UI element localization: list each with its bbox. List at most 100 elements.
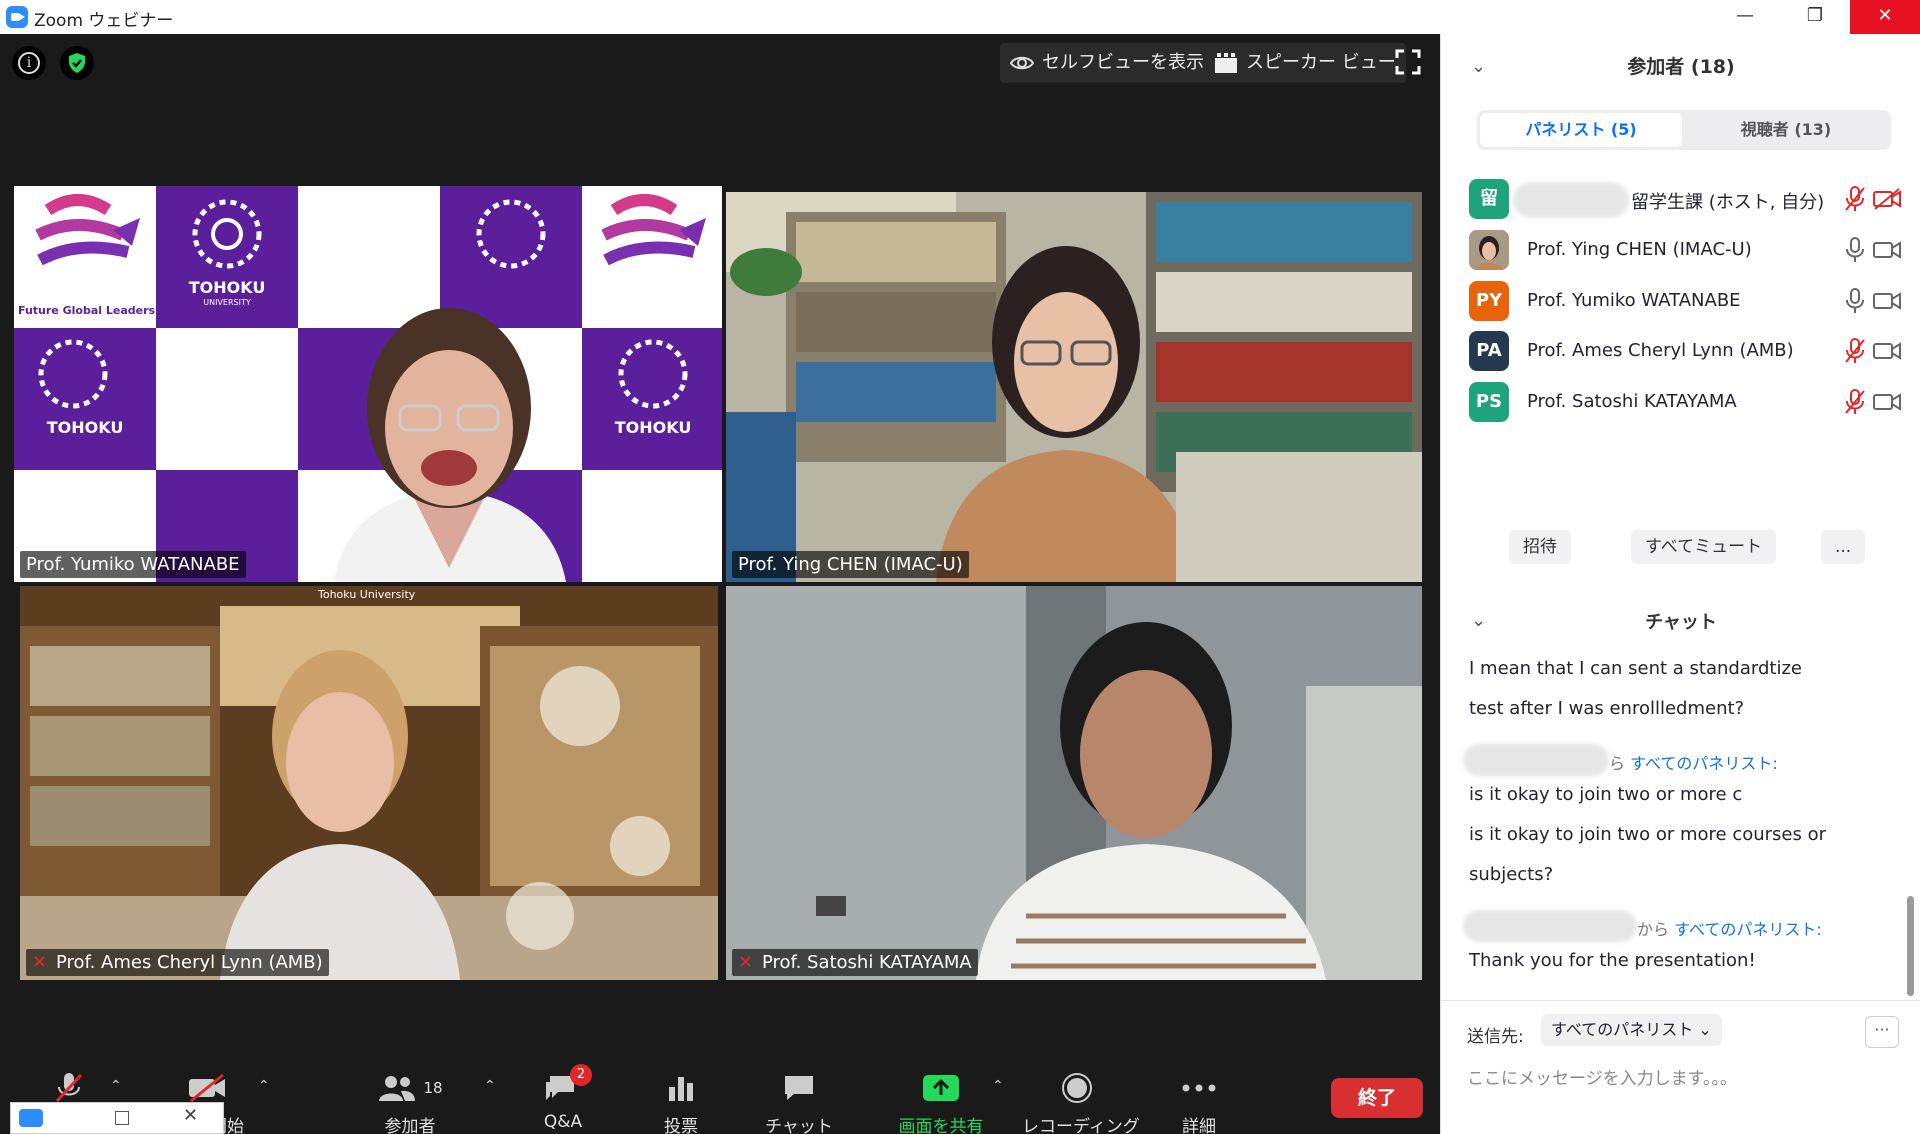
share-screen-icon bbox=[923, 1075, 959, 1101]
avatar: 留 bbox=[1469, 179, 1509, 219]
mic-muted-icon: ✕ bbox=[32, 952, 48, 973]
participants-button[interactable]: 18 参加者 bbox=[355, 1070, 465, 1134]
mic-muted-icon[interactable] bbox=[1845, 389, 1865, 415]
close-button[interactable]: ✕ bbox=[1850, 0, 1920, 34]
poll-icon bbox=[669, 1077, 693, 1101]
share-screen-label: 画面を共有 bbox=[898, 1117, 984, 1134]
tab-panelists[interactable]: パネリスト (5) bbox=[1480, 113, 1682, 147]
participants-label: 参加者 bbox=[384, 1117, 436, 1134]
maximize-icon[interactable] bbox=[115, 1111, 129, 1125]
participants-title: 参加者 (18) bbox=[1627, 56, 1735, 78]
slogan-text: Future Global Leadership bbox=[18, 304, 175, 317]
mic-muted-icon[interactable] bbox=[1845, 186, 1865, 212]
window-title: Zoom ウェビナー bbox=[34, 11, 174, 31]
chat-input[interactable] bbox=[1467, 1064, 1887, 1094]
chat-scrollbar[interactable] bbox=[1907, 896, 1914, 996]
participant-video bbox=[20, 586, 718, 980]
redacted-name bbox=[1513, 182, 1629, 218]
tohoku-logo-text: TOHOKU bbox=[46, 418, 124, 437]
video-stage: i セルフビューを表示 スピーカー ビュー Future Global Lead… bbox=[0, 34, 1440, 1134]
self-view-button[interactable]: セルフビューを表示 bbox=[1000, 43, 1214, 83]
end-meeting-button[interactable]: 終了 bbox=[1331, 1078, 1423, 1118]
microphone-icon[interactable] bbox=[1845, 288, 1865, 314]
participants-options-caret[interactable]: ⌃ bbox=[484, 1078, 496, 1094]
speaker-view-label: スピーカー ビュー bbox=[1246, 52, 1396, 73]
title-bar: Zoom ウェビナー — ❐ ✕ bbox=[0, 0, 1920, 34]
chat-message: subjects? bbox=[1469, 864, 1554, 885]
share-options-caret[interactable]: ⌃ bbox=[992, 1078, 1004, 1094]
invite-button[interactable]: 招待 bbox=[1509, 530, 1571, 564]
participant-name: Prof. Satoshi KATAYAMA bbox=[1527, 391, 1737, 412]
chat-label: チャット bbox=[765, 1117, 833, 1134]
participants-more-button[interactable]: ... bbox=[1821, 530, 1866, 564]
participant-video bbox=[726, 192, 1422, 582]
microphone-icon[interactable] bbox=[1845, 237, 1865, 263]
info-icon: i bbox=[18, 52, 40, 74]
chat-message: is it okay to join two or more c bbox=[1469, 784, 1743, 805]
video-tile-ames[interactable]: Tohoku University ✕ Prof. Ames Cheryl Lyn… bbox=[20, 586, 718, 980]
chat-button[interactable]: チャット bbox=[744, 1070, 854, 1134]
tab-attendees[interactable]: 視聴者 (13) bbox=[1685, 113, 1887, 147]
participant-video bbox=[726, 586, 1422, 980]
record-button[interactable]: レコーディング bbox=[1022, 1070, 1140, 1134]
video-options-caret[interactable]: ⌃ bbox=[258, 1078, 270, 1094]
taskbar-thumbnail[interactable]: ✕ bbox=[10, 1102, 224, 1134]
camera-icon[interactable] bbox=[1873, 340, 1901, 362]
shield-icon bbox=[69, 53, 85, 73]
participant-name-tag: ✕ Prof. Ames Cheryl Lynn (AMB) bbox=[26, 949, 329, 976]
share-screen-button[interactable]: 画面を共有 bbox=[886, 1070, 996, 1134]
tohoku-emblem bbox=[192, 199, 262, 269]
tohoku-logo-text: TOHOKU bbox=[614, 418, 692, 437]
eye-icon bbox=[1010, 56, 1034, 70]
microphone-muted-icon bbox=[55, 1073, 83, 1103]
participant-row[interactable]: PA Prof. Ames Cheryl Lynn (AMB) bbox=[1469, 328, 1909, 374]
mic-muted-icon[interactable] bbox=[1845, 338, 1865, 364]
audio-options-caret[interactable]: ⌃ bbox=[110, 1078, 122, 1094]
participant-video bbox=[334, 308, 566, 582]
participants-tabs: パネリスト (5) 視聴者 (13) bbox=[1477, 110, 1891, 150]
poll-button[interactable]: 投票 bbox=[626, 1070, 736, 1134]
chat-message: Thank you for the presentation! bbox=[1469, 950, 1756, 971]
video-tile-chen[interactable]: Prof. Ying CHEN (IMAC-U) bbox=[726, 192, 1422, 582]
participant-row[interactable]: 留 留学生課 (ホスト, 自分) bbox=[1469, 176, 1909, 222]
participant-row[interactable]: Prof. Ying CHEN (IMAC-U) bbox=[1469, 227, 1909, 273]
video-tile-katayama[interactable]: ✕ Prof. Satoshi KATAYAMA bbox=[726, 586, 1422, 980]
mute-all-button[interactable]: すべてミュート bbox=[1631, 530, 1777, 564]
tohoku-logo-text: TOHOKU bbox=[188, 278, 266, 297]
more-button[interactable]: 詳細 bbox=[1144, 1070, 1254, 1134]
camera-icon[interactable] bbox=[1873, 239, 1901, 261]
participant-row[interactable]: PS Prof. Satoshi KATAYAMA bbox=[1469, 379, 1909, 425]
meeting-info-button[interactable]: i bbox=[12, 46, 46, 80]
speaker-view-button[interactable]: スピーカー ビュー bbox=[1204, 43, 1406, 83]
zoom-logo-icon bbox=[19, 1109, 43, 1127]
fullscreen-icon[interactable] bbox=[1394, 48, 1422, 76]
participant-row[interactable]: PY Prof. Yumiko WATANABE bbox=[1469, 278, 1909, 324]
security-button[interactable] bbox=[60, 46, 94, 80]
mute-button[interactable] bbox=[14, 1070, 124, 1106]
restore-button[interactable]: ❐ bbox=[1780, 0, 1850, 34]
send-to-select[interactable]: すべてのパネリスト ⌄ bbox=[1541, 1014, 1722, 1046]
camera-icon[interactable] bbox=[1873, 290, 1901, 312]
chat-message: is it okay to join two or more courses o… bbox=[1469, 824, 1827, 845]
qa-button[interactable]: 2 Q&A bbox=[508, 1064, 618, 1132]
qa-label: Q&A bbox=[543, 1112, 583, 1132]
close-icon[interactable]: ✕ bbox=[183, 1105, 198, 1126]
more-icon bbox=[1182, 1084, 1216, 1092]
participant-name-tag: Prof. Yumiko WATANABE bbox=[20, 551, 246, 578]
tohoku-emblem bbox=[618, 339, 688, 409]
participant-name: Prof. Ying CHEN (IMAC-U) bbox=[1527, 239, 1752, 260]
avatar: PS bbox=[1469, 382, 1509, 422]
grid-view-icon bbox=[1215, 53, 1237, 73]
camera-icon[interactable] bbox=[1873, 391, 1901, 413]
avatar: PY bbox=[1469, 281, 1509, 321]
chat-title: チャット bbox=[1645, 612, 1717, 633]
video-tile-watanabe[interactable]: Future Global Leadership TOHOKU UNIVERSI… bbox=[14, 186, 722, 582]
minimize-button[interactable]: — bbox=[1710, 0, 1780, 34]
camera-off-icon[interactable] bbox=[1873, 188, 1901, 210]
zoom-logo-icon bbox=[6, 6, 28, 28]
chat-sender-meta: ら すべてのパネリスト: bbox=[1609, 754, 1778, 773]
chat-more-button[interactable]: ··· bbox=[1865, 1016, 1899, 1048]
participants-count: 18 bbox=[423, 1079, 443, 1097]
tohoku-emblem bbox=[38, 339, 108, 409]
chat-message: test after I was enrollledment? bbox=[1469, 698, 1745, 719]
